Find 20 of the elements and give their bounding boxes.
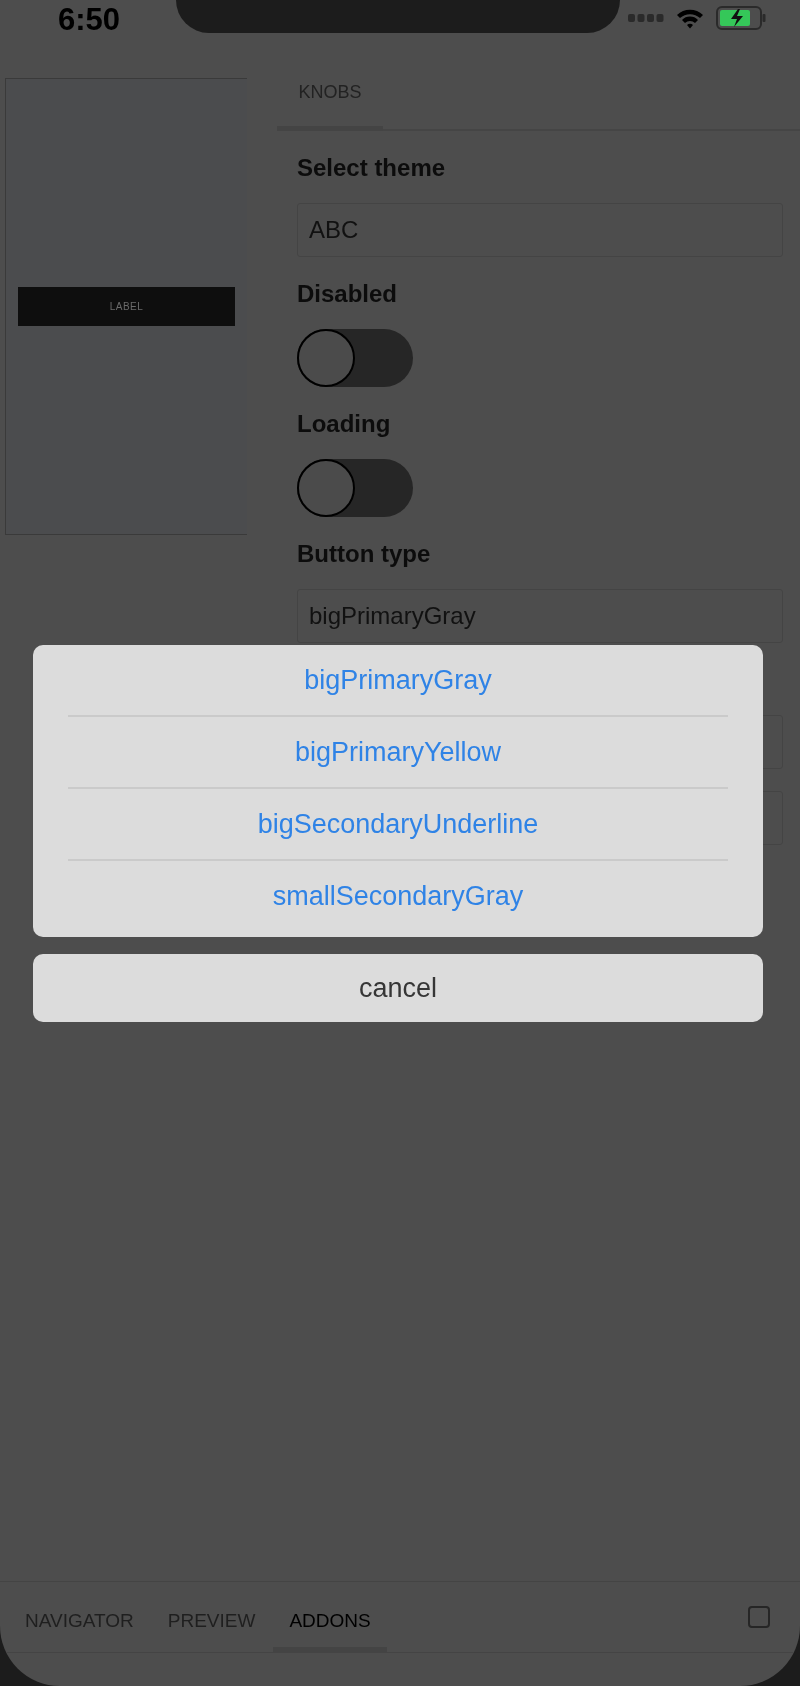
battery-icon (716, 6, 766, 30)
bottom-tab[interactable]: ADDONS (273, 1582, 387, 1652)
knob-label: Loading (297, 409, 392, 439)
wifi-icon (676, 7, 704, 29)
sheet-option[interactable]: smallSecondaryGray (68, 861, 728, 931)
preview-button[interactable]: LABEL (18, 287, 235, 326)
status-time: 6:50 (58, 2, 122, 38)
knob-label: Button type (297, 539, 432, 569)
cancel-button[interactable]: cancel (33, 954, 763, 1022)
sheet-option[interactable]: bigSecondaryUnderline (68, 789, 728, 859)
toggle-switch[interactable] (297, 329, 413, 387)
toggle-switch[interactable] (297, 459, 413, 517)
sheet-option[interactable]: bigPrimaryGray (68, 645, 728, 715)
square-icon[interactable] (748, 1606, 770, 1628)
knob-label: Select theme (297, 153, 447, 183)
text-field[interactable]: ABC (297, 203, 783, 257)
text-field[interactable]: bigPrimaryGray (297, 589, 783, 643)
signal-icon (628, 14, 664, 22)
knob-label: Disabled (297, 279, 399, 309)
sheet-option[interactable]: bigPrimaryYellow (68, 717, 728, 787)
